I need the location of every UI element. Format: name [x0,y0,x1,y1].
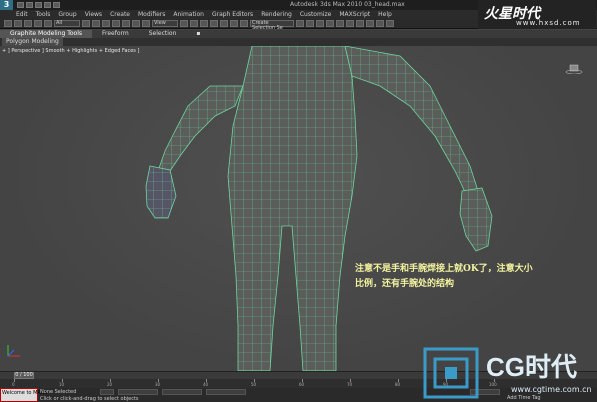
rectangular-selection-button[interactable] [102,20,110,27]
z-coordinate-field[interactable] [206,389,246,395]
angle-snap-button[interactable] [210,20,218,27]
character-mesh[interactable] [0,46,597,371]
select-manipulate-button[interactable] [190,20,198,27]
select-scale-button[interactable] [142,20,150,27]
y-coordinate-field[interactable] [162,389,202,395]
ribbon: Graphite Modeling Tools Freeform Selecti… [0,30,597,38]
tab-selection[interactable]: Selection [139,30,187,38]
watermark-bottom-logo: CG时代 [486,352,578,382]
spinner-snap-button[interactable] [230,20,238,27]
undo-icon[interactable] [44,2,51,8]
selection-filter-dropdown[interactable]: All [54,20,80,27]
quick-render-button[interactable] [386,20,394,27]
redo-icon[interactable] [53,2,60,8]
axis-tripod-icon [7,345,20,357]
tick-label: 60 [299,382,305,387]
undo-button[interactable] [4,20,12,27]
menu-edit[interactable]: Edit [16,11,28,18]
tick-label: 80 [395,382,401,387]
menu-maxscript[interactable]: MAXScript [339,11,370,18]
panel-polygon-modeling[interactable]: Polygon Modeling [2,38,63,46]
curve-editor-button[interactable] [336,20,344,27]
menu-rendering[interactable]: Rendering [261,11,292,18]
cg-logo-icon [423,347,479,399]
menu-graph-editors[interactable]: Graph Editors [212,11,253,18]
reference-coordinate-dropdown[interactable]: View [152,20,178,27]
tab-freeform[interactable]: Freeform [92,30,139,38]
graphite-toggle-button[interactable] [326,20,334,27]
menu-animation[interactable]: Animation [173,11,204,18]
x-coordinate-field[interactable] [118,389,158,395]
selection-status: None Selected [40,389,77,395]
select-object-button[interactable] [82,20,90,27]
annotation-line-1: 注意不是手和手腕焊接上就OK了，注意大小 [355,264,533,274]
time-slider-handle[interactable]: 0 / 100 [14,372,34,379]
quick-access-toolbar [17,2,60,8]
align-button[interactable] [306,20,314,27]
annotation-line-2: 比例，还有手腕处的结构 [355,279,455,289]
bind-space-warp-button[interactable] [44,20,52,27]
snaps-toggle-button[interactable] [200,20,208,27]
redo-button[interactable] [14,20,22,27]
tick-label: 20 [107,382,113,387]
menu-modifiers[interactable]: Modifiers [138,11,165,18]
tick-label: 10 [59,382,65,387]
open-file-icon[interactable] [26,2,33,8]
viewcube-icon[interactable] [565,64,583,74]
viewport-label[interactable]: + ] Perspective ] Smooth + Highlights + … [2,48,139,54]
watermark-bottom: CG时代 www.cgtime.com.cn [423,345,595,401]
menu-customize[interactable]: Customize [300,11,332,18]
percent-snap-button[interactable] [220,20,228,27]
ribbon-options-icon[interactable]: ▪ [186,30,210,38]
app-logo-button[interactable]: 3 [0,0,13,10]
tick-label: 50 [251,382,257,387]
tab-graphite-modeling-tools[interactable]: Graphite Modeling Tools [0,30,93,38]
render-frame-button[interactable] [376,20,384,27]
right-hand-mesh-grid [460,188,492,251]
perspective-viewport[interactable]: + ] Perspective ] Smooth + Highlights + … [0,46,597,371]
new-file-icon[interactable] [17,2,24,8]
material-editor-button[interactable] [356,20,364,27]
left-hand-mesh-grid [146,166,176,218]
menu-create[interactable]: Create [110,11,130,18]
render-setup-button[interactable] [366,20,374,27]
save-file-icon[interactable] [35,2,42,8]
watermark-top: 火星时代 www.hxsd.com [478,0,596,29]
select-by-name-button[interactable] [92,20,100,27]
tick-label: 40 [203,382,209,387]
tick-label: 0 [12,382,15,387]
annotation-note: 注意不是手和手腕焊接上就OK了，注意大小 比例，还有手腕处的结构 [355,262,595,292]
menu-views[interactable]: Views [85,11,102,18]
maxscript-text: Welcome to MAXS [2,390,48,396]
body-mesh-grid [228,46,357,371]
prompt-hint: Click or click-and-drag to select object… [40,396,139,402]
window-title: Autodesk 3ds Max 2010 03_head.max [290,1,405,8]
window-crossing-button[interactable] [112,20,120,27]
menu-group[interactable]: Group [58,11,76,18]
ribbon-panel-bar: Polygon Modeling [0,38,597,46]
select-rotate-button[interactable] [132,20,140,27]
lock-selection-icon[interactable] [100,389,114,395]
layer-manager-button[interactable] [316,20,324,27]
select-move-button[interactable] [122,20,130,27]
tick-label: 70 [347,382,353,387]
right-arm-mesh-grid [345,46,478,194]
watermark-top-url: www.hxsd.com [516,19,581,27]
tick-label: 30 [155,382,161,387]
edit-named-selection-button[interactable] [240,20,248,27]
pivot-center-button[interactable] [180,20,188,27]
mirror-button[interactable] [296,20,304,27]
named-selection-dropdown[interactable]: Create Selection Se [250,20,294,31]
unlink-button[interactable] [34,20,42,27]
schematic-view-button[interactable] [346,20,354,27]
menu-tools[interactable]: Tools [36,11,51,18]
menu-help[interactable]: Help [378,11,392,18]
maxscript-listener[interactable]: Welcome to MAXS [0,388,48,402]
select-link-button[interactable] [24,20,32,27]
watermark-bottom-url: www.cgtime.com.cn [511,385,592,394]
